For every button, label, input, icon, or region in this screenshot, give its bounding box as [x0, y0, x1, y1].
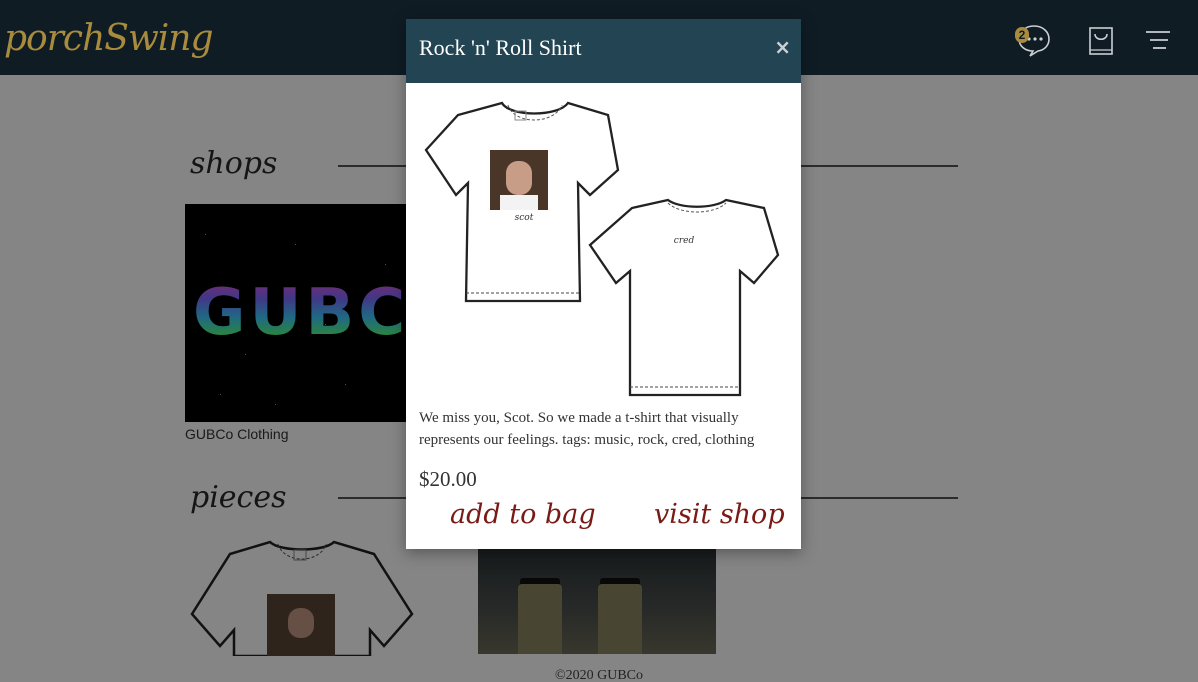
visit-shop-button[interactable]: visit shop [654, 499, 785, 530]
shirt-front-icon: scot [424, 101, 620, 303]
product-image: scot cred [424, 101, 780, 397]
product-description: We miss you, Scot. So we made a t-shirt … [419, 410, 755, 448]
hamburger-menu-icon[interactable] [1140, 22, 1176, 58]
back-print-label: cred [674, 236, 695, 246]
shopping-bag-icon[interactable] [1084, 22, 1120, 58]
modal-title: Rock 'n' Roll Shirt [419, 35, 582, 60]
site-logo[interactable]: porchSwing [4, 18, 213, 59]
modal-header: Rock 'n' Roll Shirt × [406, 19, 801, 83]
chat-count-badge: 2 [1015, 27, 1029, 43]
shirt-back-icon: cred [588, 198, 780, 397]
close-icon[interactable]: × [774, 35, 791, 59]
product-modal: Rock 'n' Roll Shirt × scot cred We miss … [406, 19, 801, 549]
add-to-bag-button[interactable]: add to bag [450, 499, 596, 530]
front-print-label: scot [515, 213, 534, 223]
product-price: $20.00 [419, 467, 477, 491]
